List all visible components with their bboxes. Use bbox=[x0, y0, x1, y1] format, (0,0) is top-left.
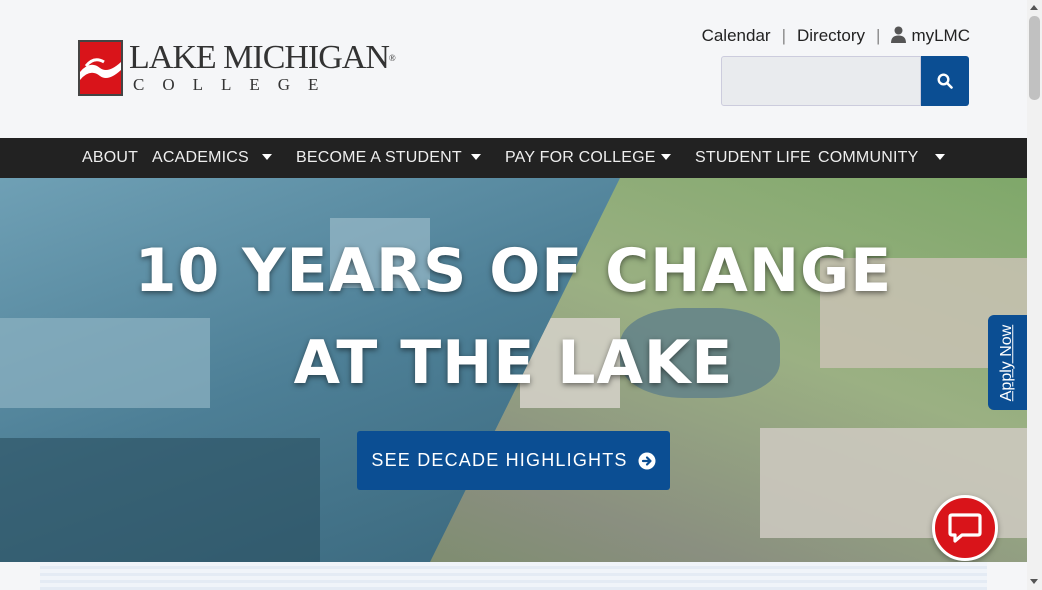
hero-title-line1: 10 YEARS OF CHANGE bbox=[134, 236, 893, 306]
separator: | bbox=[876, 26, 881, 45]
apply-now-label: Apply Now bbox=[998, 324, 1016, 401]
decade-highlights-button[interactable]: SEE DECADE HIGHLIGHTS bbox=[357, 431, 670, 490]
search-form bbox=[721, 56, 969, 106]
logo-subtitle: COLLEGE bbox=[133, 75, 337, 94]
scroll-up-icon[interactable] bbox=[1030, 5, 1038, 10]
chevron-down-icon[interactable] bbox=[661, 154, 671, 160]
nav-item-become-a-student[interactable]: BECOME A STUDENT bbox=[296, 138, 462, 178]
search-button[interactable] bbox=[921, 56, 969, 106]
nav-item-academics[interactable]: ACADEMICS bbox=[152, 138, 249, 178]
chat-bubble-icon bbox=[948, 513, 982, 543]
hero-banner: 10 YEARS OF CHANGE AT THE LAKE SEE DECAD… bbox=[0, 178, 1027, 562]
chevron-down-icon[interactable] bbox=[935, 154, 945, 160]
mylmc-link[interactable]: myLMC bbox=[891, 26, 970, 46]
site-header: LAKE MICHIGAN® COLLEGE Calendar | Direct… bbox=[0, 0, 1027, 138]
logo-wave-icon bbox=[78, 40, 123, 96]
hero-title-line2: AT THE LAKE bbox=[293, 328, 734, 398]
chevron-down-icon[interactable] bbox=[471, 154, 481, 160]
directory-link[interactable]: Directory bbox=[797, 26, 865, 46]
scroll-down-icon[interactable] bbox=[1030, 579, 1038, 584]
mylmc-label: myLMC bbox=[911, 26, 970, 45]
search-input[interactable] bbox=[721, 56, 921, 106]
nav-item-pay-for-college[interactable]: PAY FOR COLLEGE bbox=[505, 138, 656, 178]
chat-button[interactable] bbox=[932, 495, 998, 561]
nav-item-student-life[interactable]: STUDENT LIFE bbox=[695, 138, 811, 178]
person-icon bbox=[891, 26, 907, 43]
search-icon bbox=[937, 73, 953, 89]
decade-highlights-label: SEE DECADE HIGHLIGHTS bbox=[371, 450, 628, 470]
logo-name: LAKE MICHIGAN bbox=[129, 39, 390, 76]
apply-now-tab[interactable]: Apply Now bbox=[988, 315, 1027, 410]
arrow-circle-right-icon bbox=[638, 452, 656, 469]
separator: | bbox=[781, 26, 786, 45]
utility-links: Calendar | Directory | myLMC bbox=[702, 26, 970, 46]
scroll-thumb[interactable] bbox=[1029, 16, 1040, 100]
nav-item-community[interactable]: COMMUNITY bbox=[818, 138, 918, 178]
nav-item-about[interactable]: ABOUT bbox=[82, 138, 138, 178]
wave-pattern-divider bbox=[40, 562, 987, 590]
registered-mark: ® bbox=[388, 53, 396, 63]
chevron-down-icon[interactable] bbox=[262, 154, 272, 160]
page-scrollbar[interactable] bbox=[1027, 0, 1042, 590]
college-logo[interactable]: LAKE MICHIGAN® COLLEGE bbox=[78, 39, 396, 96]
calendar-link[interactable]: Calendar bbox=[702, 26, 771, 46]
main-nav: ABOUT ACADEMICS BECOME A STUDENT PAY FOR… bbox=[0, 138, 1027, 178]
